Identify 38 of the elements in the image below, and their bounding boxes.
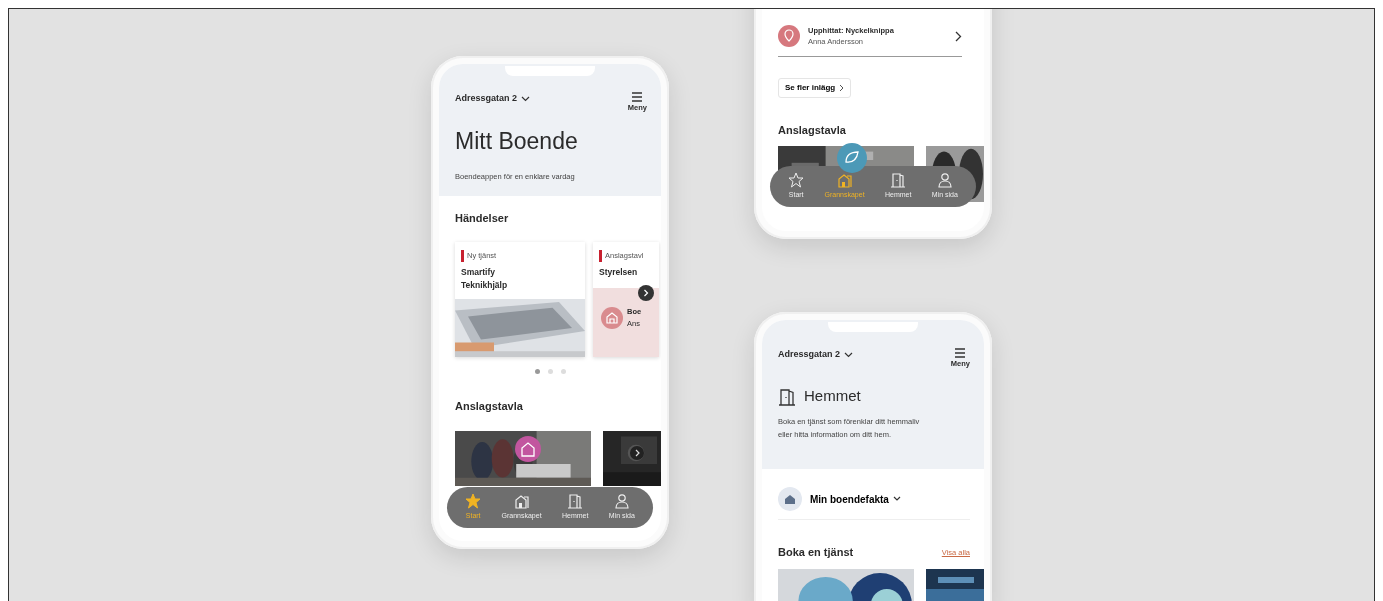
door-icon: [778, 387, 796, 406]
section-heading: Boka en tjänst: [778, 545, 854, 561]
door-icon: [567, 493, 584, 510]
star-icon: [465, 493, 482, 510]
chevron-down-icon[interactable]: [844, 351, 854, 358]
leaf-badge-icon: [837, 143, 867, 173]
carousel-dot[interactable]: [547, 369, 553, 375]
house-icon: [601, 306, 623, 329]
menu-icon[interactable]: [954, 348, 967, 358]
carousel-dot[interactable]: [534, 369, 540, 375]
carousel-dot[interactable]: [560, 369, 566, 375]
more-posts-button[interactable]: Se fler inlägg: [778, 77, 852, 98]
page-title: Mitt Boende: [455, 129, 579, 155]
address-dropdown[interactable]: Adressgatan 2: [455, 92, 518, 106]
card-title: Styrelsen: [599, 265, 639, 279]
chevron-down-icon: [892, 496, 901, 503]
facts-dropdown[interactable]: Min boendefakta: [810, 491, 901, 507]
door-icon: [890, 172, 907, 189]
pin-icon: [778, 25, 800, 48]
page-title: Hemmet: [804, 386, 861, 407]
arrow-badge-icon: [630, 446, 644, 460]
section-heading: Anslagstavla: [778, 122, 847, 138]
house-badge-icon: [515, 436, 541, 462]
next-arrow-button[interactable]: [638, 285, 654, 301]
house-icon: [778, 487, 802, 512]
house-icon: [836, 172, 853, 189]
menu-icon[interactable]: [631, 92, 644, 102]
chevron-down-icon[interactable]: [521, 95, 531, 102]
section-heading: Händelser: [455, 210, 510, 226]
card-title: Smartify Teknikhjälp: [461, 265, 509, 293]
chevron-right-icon: [839, 83, 845, 92]
person-icon: [936, 172, 953, 189]
section-heading: Anslagstavla: [455, 399, 524, 415]
star-icon: [788, 172, 805, 189]
person-icon: [613, 493, 630, 510]
house-icon: [513, 493, 530, 510]
chevron-right-icon[interactable]: [955, 30, 962, 42]
address-dropdown[interactable]: Adressgatan 2: [778, 348, 841, 362]
